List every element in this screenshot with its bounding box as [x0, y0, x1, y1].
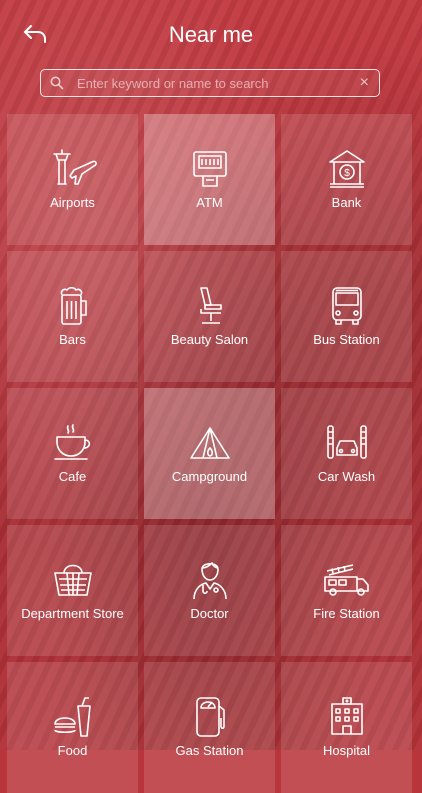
- search-bar: ×: [40, 69, 380, 97]
- category-label: Bus Station: [313, 332, 380, 347]
- airport-icon: [53, 149, 97, 185]
- category-tile-cafe[interactable]: Cafe: [7, 388, 138, 519]
- svg-text:$: $: [344, 168, 350, 179]
- category-label: Bars: [59, 332, 86, 347]
- category-tile-department-store[interactable]: Department Store: [7, 525, 138, 656]
- car-wash-icon: [327, 425, 367, 459]
- coffee-cup-icon: [54, 424, 91, 460]
- search-input[interactable]: [75, 70, 349, 97]
- category-label: ATM: [196, 195, 223, 210]
- category-tile-beauty-salon[interactable]: Beauty Salon: [144, 251, 275, 382]
- category-tile-campground[interactable]: Campground: [144, 388, 275, 519]
- hospital-icon: [331, 697, 363, 735]
- category-tile-gas-station[interactable]: Gas Station: [144, 662, 275, 793]
- bank-icon: $: [329, 150, 365, 188]
- atm-icon: [193, 151, 227, 187]
- category-label: Cafe: [58, 469, 87, 484]
- back-arrow-icon: [24, 25, 46, 43]
- category-tile-airports[interactable]: Airports: [7, 114, 138, 245]
- clear-search-icon[interactable]: ×: [360, 73, 369, 93]
- category-tile-atm[interactable]: ATM: [144, 114, 275, 245]
- category-grid: Airports ATM $ Bank Bars Beauty Salon Bu…: [7, 114, 412, 793]
- bus-icon: [332, 287, 362, 325]
- category-tile-car-wash[interactable]: Car Wash: [281, 388, 412, 519]
- category-label: Food: [57, 743, 88, 758]
- category-label: Beauty Salon: [170, 332, 249, 347]
- category-tile-hospital[interactable]: Hospital: [281, 662, 412, 793]
- category-tile-bank[interactable]: $ Bank: [281, 114, 412, 245]
- category-tile-food[interactable]: Food: [7, 662, 138, 793]
- category-label: Airports: [50, 195, 95, 210]
- food-icon: [54, 697, 91, 737]
- category-tile-doctor[interactable]: Doctor: [144, 525, 275, 656]
- category-tile-fire-station[interactable]: Fire Station: [281, 525, 412, 656]
- fire-truck-icon: [324, 564, 369, 596]
- category-label: Hospital: [323, 743, 370, 758]
- category-label: Gas Station: [175, 743, 244, 758]
- back-button[interactable]: [18, 20, 52, 48]
- basket-icon: [54, 564, 92, 596]
- category-label: Department Store: [21, 606, 124, 621]
- salon-chair-icon: [200, 287, 222, 324]
- category-label: Bank: [331, 195, 362, 210]
- page-title: Near me: [168, 22, 254, 47]
- beer-mug-icon: [60, 286, 87, 325]
- category-label: Doctor: [190, 606, 229, 621]
- search-icon: [50, 76, 64, 90]
- category-label: Car Wash: [317, 469, 376, 484]
- doctor-icon: [193, 562, 227, 600]
- gas-pump-icon: [196, 697, 225, 737]
- category-tile-bars[interactable]: Bars: [7, 251, 138, 382]
- category-tile-bus-station[interactable]: Bus Station: [281, 251, 412, 382]
- header-bar: Near me: [0, 0, 422, 64]
- category-label: Fire Station: [313, 606, 380, 621]
- tent-icon: [190, 427, 230, 459]
- category-label: Campground: [171, 469, 248, 484]
